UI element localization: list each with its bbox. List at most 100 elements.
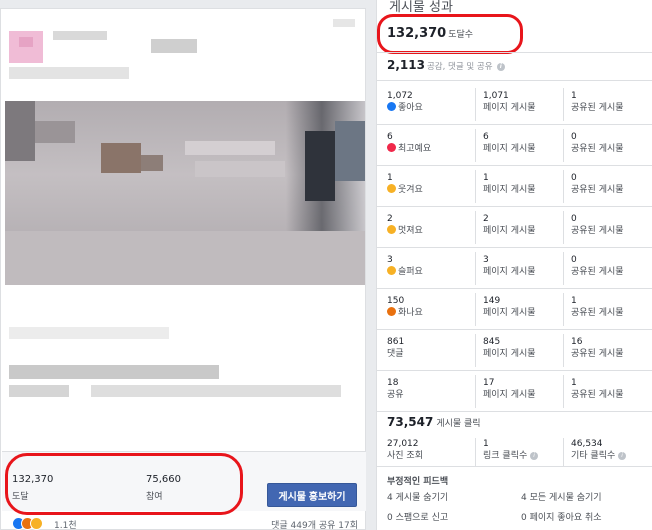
page-post-label: 페이지 게시물: [483, 226, 536, 236]
post-photo[interactable]: [5, 101, 365, 285]
promote-post-button[interactable]: 게시물 홍보하기: [267, 483, 357, 507]
page-post-cell: 1,071 페이지 게시물: [483, 90, 563, 114]
shared-post-label: 공유된 게시물: [571, 226, 624, 236]
info-icon[interactable]: i: [530, 452, 539, 460]
shared-post-value: 1: [571, 296, 577, 306]
photo-shape: [185, 141, 275, 155]
post-footer: 1.1천 댓글 449개 공유 17회: [2, 517, 366, 530]
post-clicks-value: 73,547: [387, 415, 434, 429]
page-post-label: 페이지 게시물: [483, 349, 536, 359]
info-icon[interactable]: i: [618, 452, 627, 460]
reaction-total-value: 2: [387, 214, 393, 224]
reaction-total-value: 861: [387, 337, 405, 347]
photo-shape: [5, 101, 35, 161]
page-post-value: 149: [483, 296, 501, 306]
page-post-value: 3: [483, 255, 489, 265]
divider: [563, 252, 564, 285]
divider: [563, 293, 564, 326]
page-post-value: 1: [483, 173, 489, 183]
divider: [475, 211, 476, 244]
reaction-type-label: 화나요: [398, 308, 423, 318]
reaction-type-label: 웃겨요: [398, 185, 423, 195]
panel-reach-value: 132,370: [387, 26, 447, 41]
shared-post-label: 공유된 게시물: [571, 144, 624, 154]
photo-views-value: 27,012: [387, 439, 419, 449]
divider: [377, 80, 652, 81]
comments-shares-count[interactable]: 댓글 449개 공유 17회: [271, 518, 358, 530]
reaction-type: 최고예요: [387, 143, 467, 155]
reaction-total-cell: 18 공유: [387, 377, 467, 401]
blurred-post-date: [9, 67, 129, 79]
page-post-cell: 17 페이지 게시물: [483, 377, 563, 401]
reach-label: 도달: [12, 492, 29, 502]
divider: [475, 252, 476, 285]
page-post-cell: 6 페이지 게시물: [483, 131, 563, 155]
haha-emoji-icon: [387, 184, 396, 193]
reach-value: 132,370: [12, 474, 54, 485]
engagement-label: 참여: [146, 492, 163, 502]
reaction-type-label: 공유: [387, 390, 404, 400]
divider: [475, 375, 476, 408]
neg-hide-all-posts: 4 모든 게시물 숨기기: [521, 493, 602, 503]
reaction-total-cell: 150 화나요: [387, 295, 467, 319]
divider: [475, 170, 476, 203]
page-post-cell: 3 페이지 게시물: [483, 254, 563, 278]
page-post-label: 페이지 게시물: [483, 390, 536, 400]
page-post-value: 6: [483, 132, 489, 142]
divider: [475, 88, 476, 121]
page-avatar[interactable]: [9, 31, 43, 63]
reaction-count[interactable]: 1.1천: [54, 518, 77, 530]
divider: [475, 293, 476, 326]
neg-hide-post: 4 게시물 숨기기: [387, 493, 449, 503]
page-post-cell: 1 페이지 게시물: [483, 172, 563, 196]
link-clicks-label-text: 링크 클릭수: [483, 451, 528, 461]
photo-shape: [141, 155, 163, 171]
post-clicks-label: 게시물 클릭: [436, 419, 481, 429]
divider: [377, 466, 652, 467]
reaction-total-value: 1,072: [387, 91, 413, 101]
engagement-row: 1,072 좋아요 1,071 페이지 게시물 1 공유된 게시물: [377, 84, 652, 125]
engagement-row: 2 멋져요 2 페이지 게시물 0 공유된 게시물: [377, 207, 652, 248]
page-post-cell: 2 페이지 게시물: [483, 213, 563, 237]
blurred-menu[interactable]: [333, 19, 355, 27]
click-breakdown: 27,012 사진 조회 1 링크 클릭수 i 46,534 기타 클릭수 i: [377, 438, 652, 468]
other-clicks-cell: 46,534 기타 클릭수 i: [571, 438, 651, 462]
engagement-row: 150 화나요 149 페이지 게시물 1 공유된 게시물: [377, 289, 652, 330]
engagement-metric[interactable]: 75,660 참여: [146, 474, 181, 502]
divider: [563, 88, 564, 121]
shared-post-cell: 1 공유된 게시물: [571, 377, 651, 401]
reaction-total-cell: 1 웃겨요: [387, 172, 467, 196]
reaction-total-cell: 1,072 좋아요: [387, 90, 467, 114]
page-post-label: 페이지 게시물: [483, 103, 536, 113]
shared-post-cell: 0 공유된 게시물: [571, 172, 651, 196]
engagement-total-label: 공감, 댓글 및 공유: [426, 62, 493, 72]
shared-post-cell: 0 공유된 게시물: [571, 131, 651, 155]
post-card: 132,370 도달 75,660 참여 게시물 홍보하기 1.1천 댓글 44…: [0, 8, 366, 530]
page-post-value: 845: [483, 337, 501, 347]
page-post-value: 17: [483, 378, 495, 388]
neg-unlike-page: 0 페이지 좋아요 취소: [521, 513, 602, 523]
blurred-header-text: [151, 39, 197, 53]
reaction-total-value: 6: [387, 132, 393, 142]
shared-post-value: 1: [571, 378, 577, 388]
photo-views-label: 사진 조회: [387, 451, 423, 461]
angry-emoji-icon: [387, 307, 396, 316]
post-performance-panel: 게시물 성과 132,370 도달수 2,113 공감, 댓글 및 공유 i 1,0…: [376, 0, 652, 530]
wow-reaction-icon: [30, 517, 43, 530]
shared-post-label: 공유된 게시물: [571, 308, 624, 318]
reaction-icons[interactable]: [12, 517, 43, 530]
neg-report-spam: 0 스팸으로 신고: [387, 513, 449, 523]
reaction-total-cell: 3 슬퍼요: [387, 254, 467, 278]
shared-post-cell: 16 공유된 게시물: [571, 336, 651, 360]
info-icon[interactable]: i: [496, 63, 505, 71]
shared-post-value: 1: [571, 91, 577, 101]
reaction-type: 웃겨요: [387, 184, 467, 196]
reach-metric[interactable]: 132,370 도달: [12, 474, 53, 502]
page-post-value: 2: [483, 214, 489, 224]
shared-post-label: 공유된 게시물: [571, 390, 624, 400]
blurred-caption-line: [91, 385, 341, 397]
reaction-type-label: 댓글: [387, 349, 404, 359]
reaction-type-label: 최고예요: [398, 144, 432, 154]
sad-emoji-icon: [387, 266, 396, 275]
engagement-row: 6 최고예요 6 페이지 게시물 0 공유된 게시물: [377, 125, 652, 166]
